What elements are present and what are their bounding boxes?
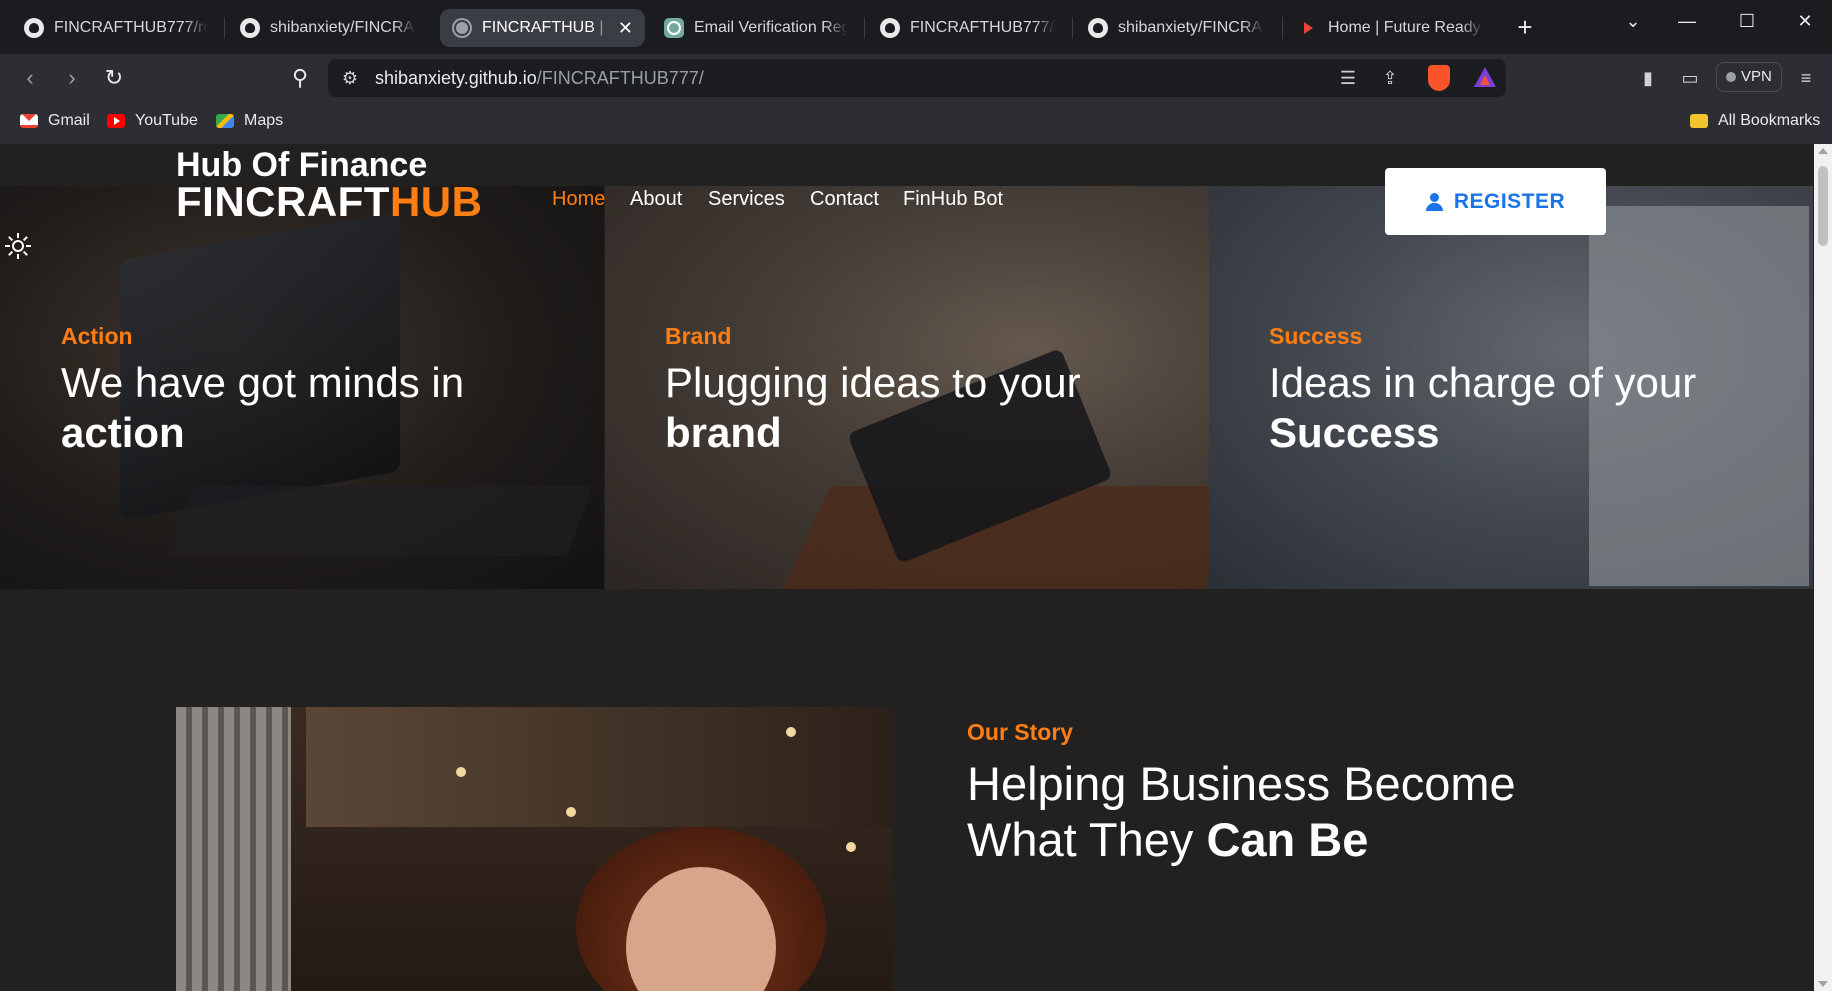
maps-icon [216,114,234,128]
page-viewport: Action We have got minds in action Brand… [0,144,1814,991]
tab-label: shibanxiety/FINCRAFTHUB [1118,19,1264,36]
hero-slide-brand: Brand Plugging ideas to your brand [605,186,1209,589]
tab-label: FINCRAFTHUB777/index [910,19,1056,36]
tab-label: FINCRAFTHUB | Home [482,19,610,36]
story-title: Helping Business Become What They Can Be [967,757,1516,866]
browser-tab[interactable]: Home | Future Ready Talent [1286,9,1496,47]
nav-about[interactable]: About [630,188,682,211]
browser-tab[interactable]: shibanxiety/FINCRAFTHUB [1076,9,1276,47]
scrollbar-thumb[interactable] [1818,166,1828,246]
close-tab-icon[interactable]: ✕ [618,18,633,39]
nav-services[interactable]: Services [708,188,785,211]
maximize-icon[interactable]: ☐ [1722,6,1772,36]
slide-kicker: Success [1269,323,1363,349]
github-icon [880,18,900,38]
close-window-icon[interactable]: ✕ [1780,6,1830,36]
folder-icon [1690,114,1708,128]
story-kicker: Our Story [967,719,1074,745]
browser-tab[interactable]: FINCRAFTHUB777/register [12,9,220,47]
share-icon[interactable]: ⇪ [1378,66,1402,90]
globe-icon [452,18,472,38]
register-button[interactable]: REGISTER [1385,168,1606,235]
vpn-button[interactable]: VPN [1716,62,1782,92]
github-icon [1088,18,1108,38]
page-scrollbar[interactable] [1814,144,1832,991]
nav-home[interactable]: Home [552,188,605,211]
hero-slide-action: Action We have got minds in action [0,186,604,589]
scroll-down-arrow-icon[interactable] [1818,981,1828,987]
site-logo[interactable]: FINCRAFTHUB [176,178,482,226]
forward-icon[interactable]: › [56,62,88,94]
slide-title: Plugging ideas to your brand [665,359,1081,456]
reader-mode-icon[interactable]: ☰ [1336,66,1360,90]
tab-label: shibanxiety/FINCRAFTHUB777 [270,19,416,36]
wallet-icon[interactable]: ▭ [1678,66,1702,90]
url-text[interactable]: shibanxiety.github.io/FINCRAFTHUB777/ [375,68,704,89]
nav-finhub-bot[interactable]: FinHub Bot [903,188,1003,211]
back-icon[interactable]: ‹ [14,62,46,94]
github-icon [24,18,44,38]
hero-carousel: Action We have got minds in action Brand… [0,186,1814,589]
tab-label: FINCRAFTHUB777/register [54,19,208,36]
story-image [176,707,892,991]
minimize-icon[interactable]: — [1662,6,1712,36]
slide-kicker: Brand [665,323,732,349]
nav-contact[interactable]: Contact [810,188,879,211]
bookmark-maps[interactable]: Maps [216,110,283,132]
tab-label: Email Verification Registration [694,19,848,36]
all-bookmarks[interactable]: All Bookmarks [1690,110,1820,132]
bookmark-gmail[interactable]: Gmail [20,110,90,132]
tab-label: Home | Future Ready Talent [1328,19,1484,36]
chatgpt-icon [664,18,684,38]
browser-tab-active[interactable]: FINCRAFTHUB | Home ✕ [440,9,645,47]
gmail-icon [20,114,38,128]
sun-icon[interactable] [5,233,31,259]
play-icon [1298,18,1318,38]
scroll-up-arrow-icon[interactable] [1818,148,1828,154]
new-tab-plus-icon[interactable]: + [1512,12,1538,42]
hero-slide-success: Success Ideas in charge of your Success [1209,186,1813,589]
slide-title: Ideas in charge of your Success [1269,359,1697,456]
browser-tab[interactable]: Email Verification Registration [652,9,860,47]
brave-rewards-icon[interactable] [1474,67,1496,87]
slide-title: We have got minds in action [61,359,465,456]
brave-shields-icon[interactable] [1428,65,1450,91]
browser-tab[interactable]: shibanxiety/FINCRAFTHUB777 [228,9,428,47]
youtube-icon [107,114,125,128]
bookmark-page-icon[interactable]: ⚲ [284,62,316,94]
site-settings-icon[interactable]: ⚙ [338,66,362,90]
reload-icon[interactable]: ↻ [98,62,130,94]
tab-search-chevron-icon[interactable]: ⌄ [1608,6,1658,36]
menu-icon[interactable]: ≡ [1794,66,1818,90]
site-header: Hub Of Finance FINCRAFTHUB Home About Se… [0,144,1814,235]
slide-kicker: Action [61,323,133,349]
tab-strip: FINCRAFTHUB777/register shibanxiety/FINC… [0,0,1832,54]
browser-tab[interactable]: FINCRAFTHUB777/index [868,9,1068,47]
github-icon [240,18,260,38]
user-icon [1425,192,1443,211]
bookmark-youtube[interactable]: YouTube [107,110,198,132]
sidebar-icon[interactable]: ▮ [1636,66,1660,90]
